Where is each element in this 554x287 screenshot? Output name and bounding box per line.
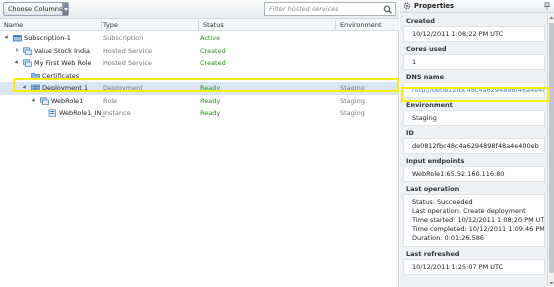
column-divider[interactable] (101, 20, 102, 30)
properties-header: Properties (400, 0, 554, 13)
tree-row-selected[interactable]: Deployment 1 Deployment Ready Staging (0, 82, 399, 95)
status-cell: Ready (200, 96, 221, 105)
tree-row[interactable]: WebRole1 Role Ready Staging (0, 95, 399, 108)
hosted-services-tree: Subscription-1 Subscription Active Value… (0, 32, 399, 120)
status-cell: Active (200, 34, 221, 42)
status-cell: Ready (200, 84, 221, 92)
column-status[interactable]: Status (203, 21, 224, 29)
expand-arrow-icon[interactable] (23, 85, 29, 91)
properties-list: Created 10/12/2011 1:08:22 PM UTC Cores … (400, 14, 546, 275)
choose-columns-button[interactable]: Choose Columns (3, 2, 69, 16)
tree-node-label: WebRole1 (51, 96, 84, 105)
search-icon[interactable] (383, 5, 393, 14)
prop-label-id: ID (400, 126, 546, 138)
filter-input[interactable] (265, 3, 381, 15)
column-divider[interactable] (198, 20, 199, 30)
prop-label-last-operation: Last operation (400, 182, 546, 194)
environment-cell: Staging (340, 84, 365, 92)
hosted-service-icon (23, 47, 32, 55)
status-cell: Ready (200, 109, 221, 117)
prop-label-environment: Environment (400, 98, 546, 110)
tree-row[interactable]: Certificates (0, 70, 399, 83)
chevron-down-icon[interactable] (62, 3, 68, 15)
tree-row[interactable]: Value Stock India Hosted Service Created (0, 45, 399, 58)
column-header: Name Type Status Environment (0, 19, 399, 31)
scroll-down-icon[interactable] (549, 280, 554, 286)
column-environment[interactable]: Environment (340, 21, 382, 29)
tree-node: WebRole1_IN_ (46, 107, 105, 120)
scroll-up-icon[interactable] (549, 15, 554, 21)
environment-cell: Staging (340, 96, 365, 105)
prop-label-created: Created (400, 14, 546, 26)
prop-value-id[interactable]: de0812fbc48c4a6294898f48a4e400eb (403, 138, 545, 154)
prop-value-created[interactable]: 10/12/2011 1:08:22 PM UTC (403, 26, 545, 42)
type-cell: Deployment (103, 84, 143, 92)
prop-label-last-refreshed: Last refreshed (400, 247, 546, 259)
prop-value-environment[interactable]: Staging (403, 110, 545, 126)
deployment-icon (31, 84, 40, 92)
tree-row[interactable]: Subscription-1 Subscription Active (0, 32, 399, 45)
tree-node-label: My First Web Role (34, 59, 92, 68)
filter-box[interactable] (264, 2, 396, 16)
properties-scrollbar[interactable] (547, 14, 554, 287)
instance-icon (48, 109, 56, 117)
tree-node-label: Value Stock India (34, 46, 90, 55)
expand-arrow-icon[interactable] (5, 35, 11, 41)
status-cell: Created (200, 46, 226, 55)
prop-value-last-refreshed[interactable]: 10/12/2011 1:25:07 PM UTC (403, 259, 545, 275)
type-cell: Hosted Service (103, 59, 153, 67)
hosted-services-pane: Choose Columns Name Type Status Environm… (0, 0, 399, 287)
prop-label-dns-name: DNS name (400, 70, 546, 82)
last-operation-started: Time started: 10/12/2011 1:08:20 PM UTC (412, 216, 545, 224)
prop-label-cores-used: Cores used (400, 42, 546, 54)
tree-row[interactable]: WebRole1_IN_ Instance Ready Staging (0, 107, 399, 120)
prop-label-input-endpoints: Input endpoints (400, 154, 546, 166)
tree-node: Deployment 1 (23, 82, 88, 95)
column-type[interactable]: Type (103, 21, 118, 29)
tree-row[interactable]: My First Web Role Hosted Service Created (0, 57, 399, 70)
prop-value-cores-used[interactable]: 1 (403, 54, 545, 70)
prop-value-last-operation[interactable]: Status: Succeeded Last operation: Create… (403, 194, 545, 247)
last-operation-name: Last operation: Create deployment (412, 207, 526, 215)
folder-icon (31, 72, 40, 80)
type-cell: Role (103, 96, 118, 105)
properties-title: Properties (414, 2, 455, 10)
expand-arrow-icon[interactable] (32, 98, 38, 104)
hosted-service-icon (23, 59, 32, 68)
type-cell: Hosted Service (103, 46, 153, 55)
dns-name-link[interactable]: http://de0812fbc48c4a6294898f48a4e400eb. (403, 82, 545, 98)
tree-node-label: Certificates (42, 71, 80, 80)
tree-node-label: WebRole1_IN_ (59, 109, 105, 118)
environment-cell: Staging (340, 109, 365, 117)
tree-node: Subscription-1 (5, 32, 71, 45)
type-cell: Instance (103, 109, 131, 117)
collapse-arrow-icon[interactable] (15, 47, 21, 54)
choose-columns-label: Choose Columns (8, 5, 63, 13)
properties-pane: Properties Created 10/12/2011 1:08:22 PM… (400, 0, 554, 287)
toolbar: Choose Columns (0, 0, 399, 19)
tree-node-label: Deployment 1 (42, 84, 88, 93)
last-operation-completed: Time completed: 10/12/2011 1:09:46 PM UT… (412, 225, 545, 233)
last-operation-duration: Duration: 0:01:26.586 (412, 234, 485, 242)
tree-node: My First Web Role (15, 57, 92, 70)
tree-node: Value Stock India (15, 45, 90, 58)
prop-value-input-endpoints[interactable]: WebRole1:65.52.160.116:80 (403, 166, 545, 182)
tree-node: Certificates (29, 70, 79, 83)
pin-icon[interactable] (543, 2, 551, 10)
properties-icon (403, 2, 411, 10)
tree-node: WebRole1 (32, 95, 83, 108)
expand-arrow-icon[interactable] (15, 60, 21, 66)
column-name[interactable]: Name (4, 21, 23, 29)
type-cell: Subscription (103, 34, 144, 42)
subscription-icon (13, 35, 22, 42)
column-divider[interactable] (335, 20, 336, 30)
status-cell: Created (200, 59, 226, 67)
role-icon (40, 97, 49, 105)
last-operation-status: Status: Succeeded (412, 198, 473, 206)
tree-node-label: Subscription-1 (24, 34, 71, 43)
scrollbar-thumb[interactable] (549, 23, 554, 273)
